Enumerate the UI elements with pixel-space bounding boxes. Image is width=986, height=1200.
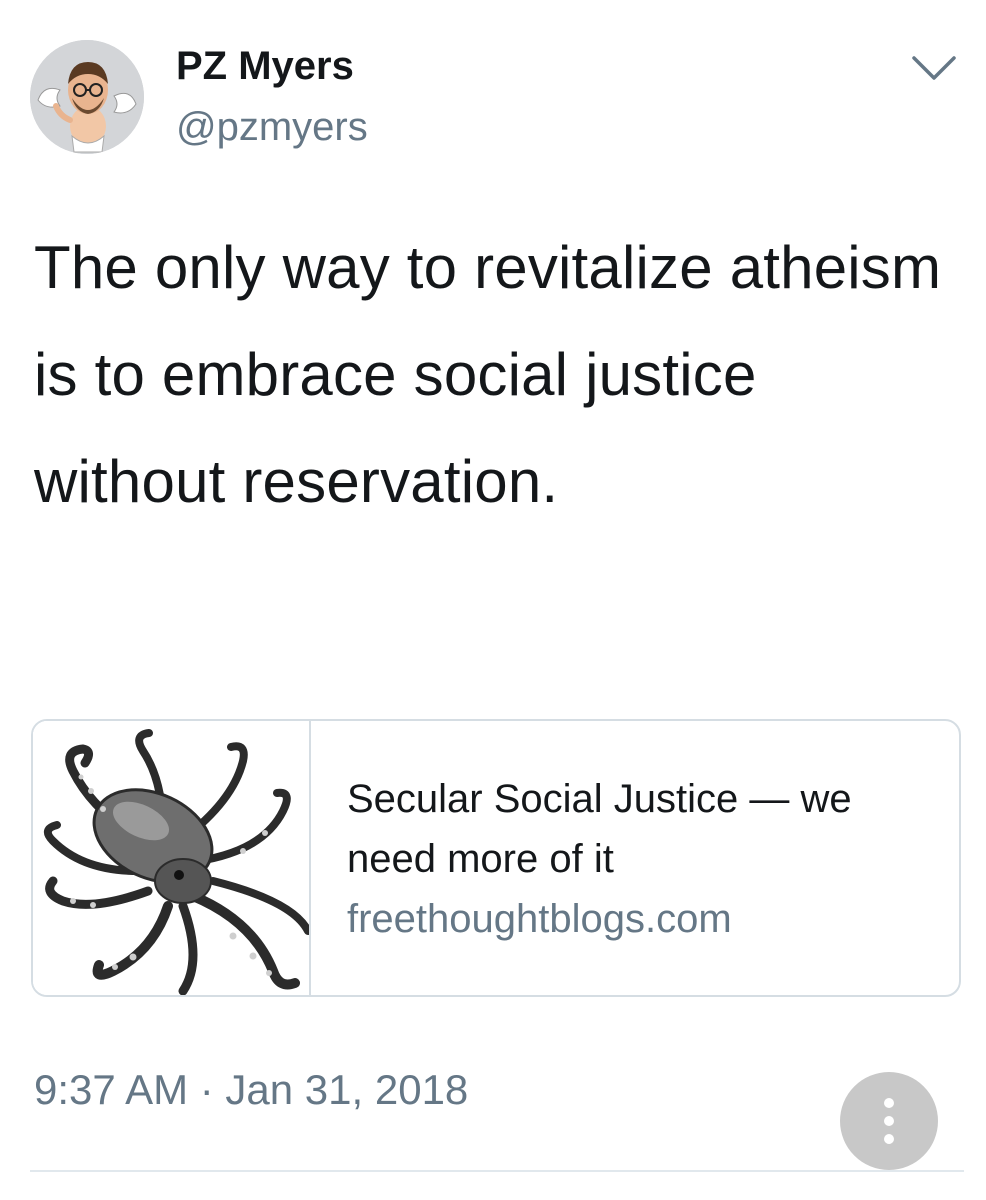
octopus-illustration <box>33 721 312 995</box>
tweet-menu-button[interactable] <box>908 50 960 84</box>
tweet-timestamp[interactable]: 9:37 AM · Jan 31, 2018 <box>34 1062 468 1118</box>
card-title[interactable]: Secular Social Justice — we need more of… <box>347 769 937 889</box>
avatar[interactable] <box>30 40 144 154</box>
chevron-down-icon <box>912 56 956 80</box>
avatar-cherub-icon <box>30 40 144 154</box>
tweet-text: The only way to revitalize atheism is to… <box>34 234 942 515</box>
author-handle[interactable]: @pzmyers <box>176 102 368 152</box>
author-display-name[interactable]: PZ Myers <box>176 40 354 92</box>
link-card[interactable]: Secular Social Justice — we need more of… <box>31 719 961 997</box>
more-options-button[interactable] <box>840 1072 938 1170</box>
divider <box>30 1170 964 1172</box>
card-image <box>33 721 312 995</box>
card-domain: freethoughtblogs.com <box>347 897 732 941</box>
